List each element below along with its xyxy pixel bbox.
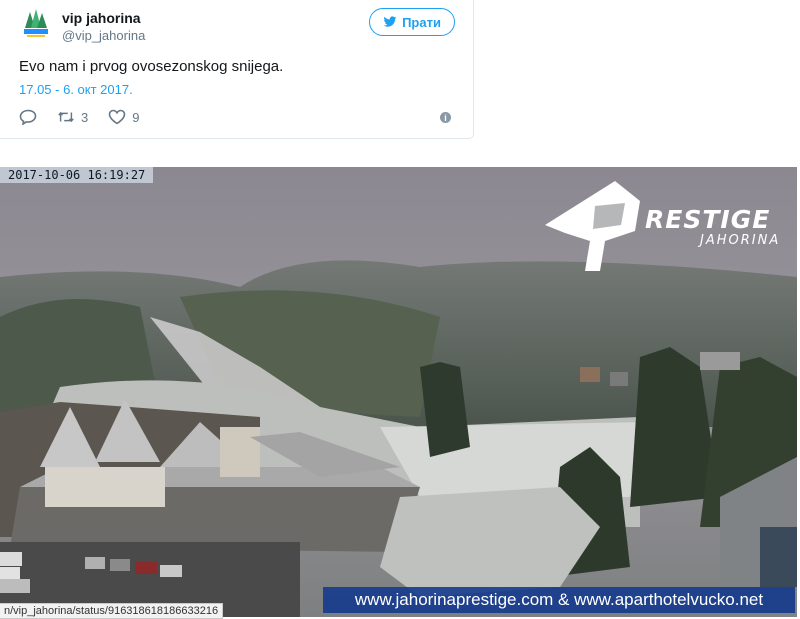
reply-button[interactable] [19,109,37,125]
tweet-text: Evo nam i prvog ovosezonskog snijega. [19,58,284,75]
tweet-actions: 3 9 [19,109,159,125]
avatar-logo-icon [24,9,48,37]
retweet-button[interactable]: 3 [57,109,88,125]
like-button[interactable]: 9 [108,109,139,125]
reply-icon [19,109,37,125]
user-handle[interactable]: @vip_jahorina [62,28,145,43]
follow-label: Прати [402,14,441,30]
webcam-photo[interactable]: 2017-10-06 16:19:27 RESTIGE JAHORINA www… [0,167,797,617]
like-count: 9 [132,109,140,125]
display-name[interactable]: vip jahorina [62,10,141,26]
webcam-timestamp: 2017-10-06 16:19:27 [0,167,154,183]
tweet-date[interactable]: 17.05 - 6. окт 2017. [19,82,133,97]
avatar[interactable] [18,6,54,42]
website-banner[interactable]: www.jahorinaprestige.com & www.aparthote… [323,587,795,613]
prestige-p-logo-icon [545,181,640,271]
retweet-icon [58,111,74,123]
logo-subtitle: JAHORINA [700,233,781,248]
prestige-logo: RESTIGE JAHORINA [545,181,795,276]
twitter-bird-icon [383,16,397,27]
follow-button[interactable]: Прати [369,8,455,36]
retweet-count: 3 [81,109,89,125]
tweet-card: vip jahorina @vip_jahorina Прати Evo nam… [0,0,474,139]
info-icon[interactable]: i [440,112,451,123]
logo-wordmark: RESTIGE [645,205,771,234]
heart-icon [108,109,126,125]
